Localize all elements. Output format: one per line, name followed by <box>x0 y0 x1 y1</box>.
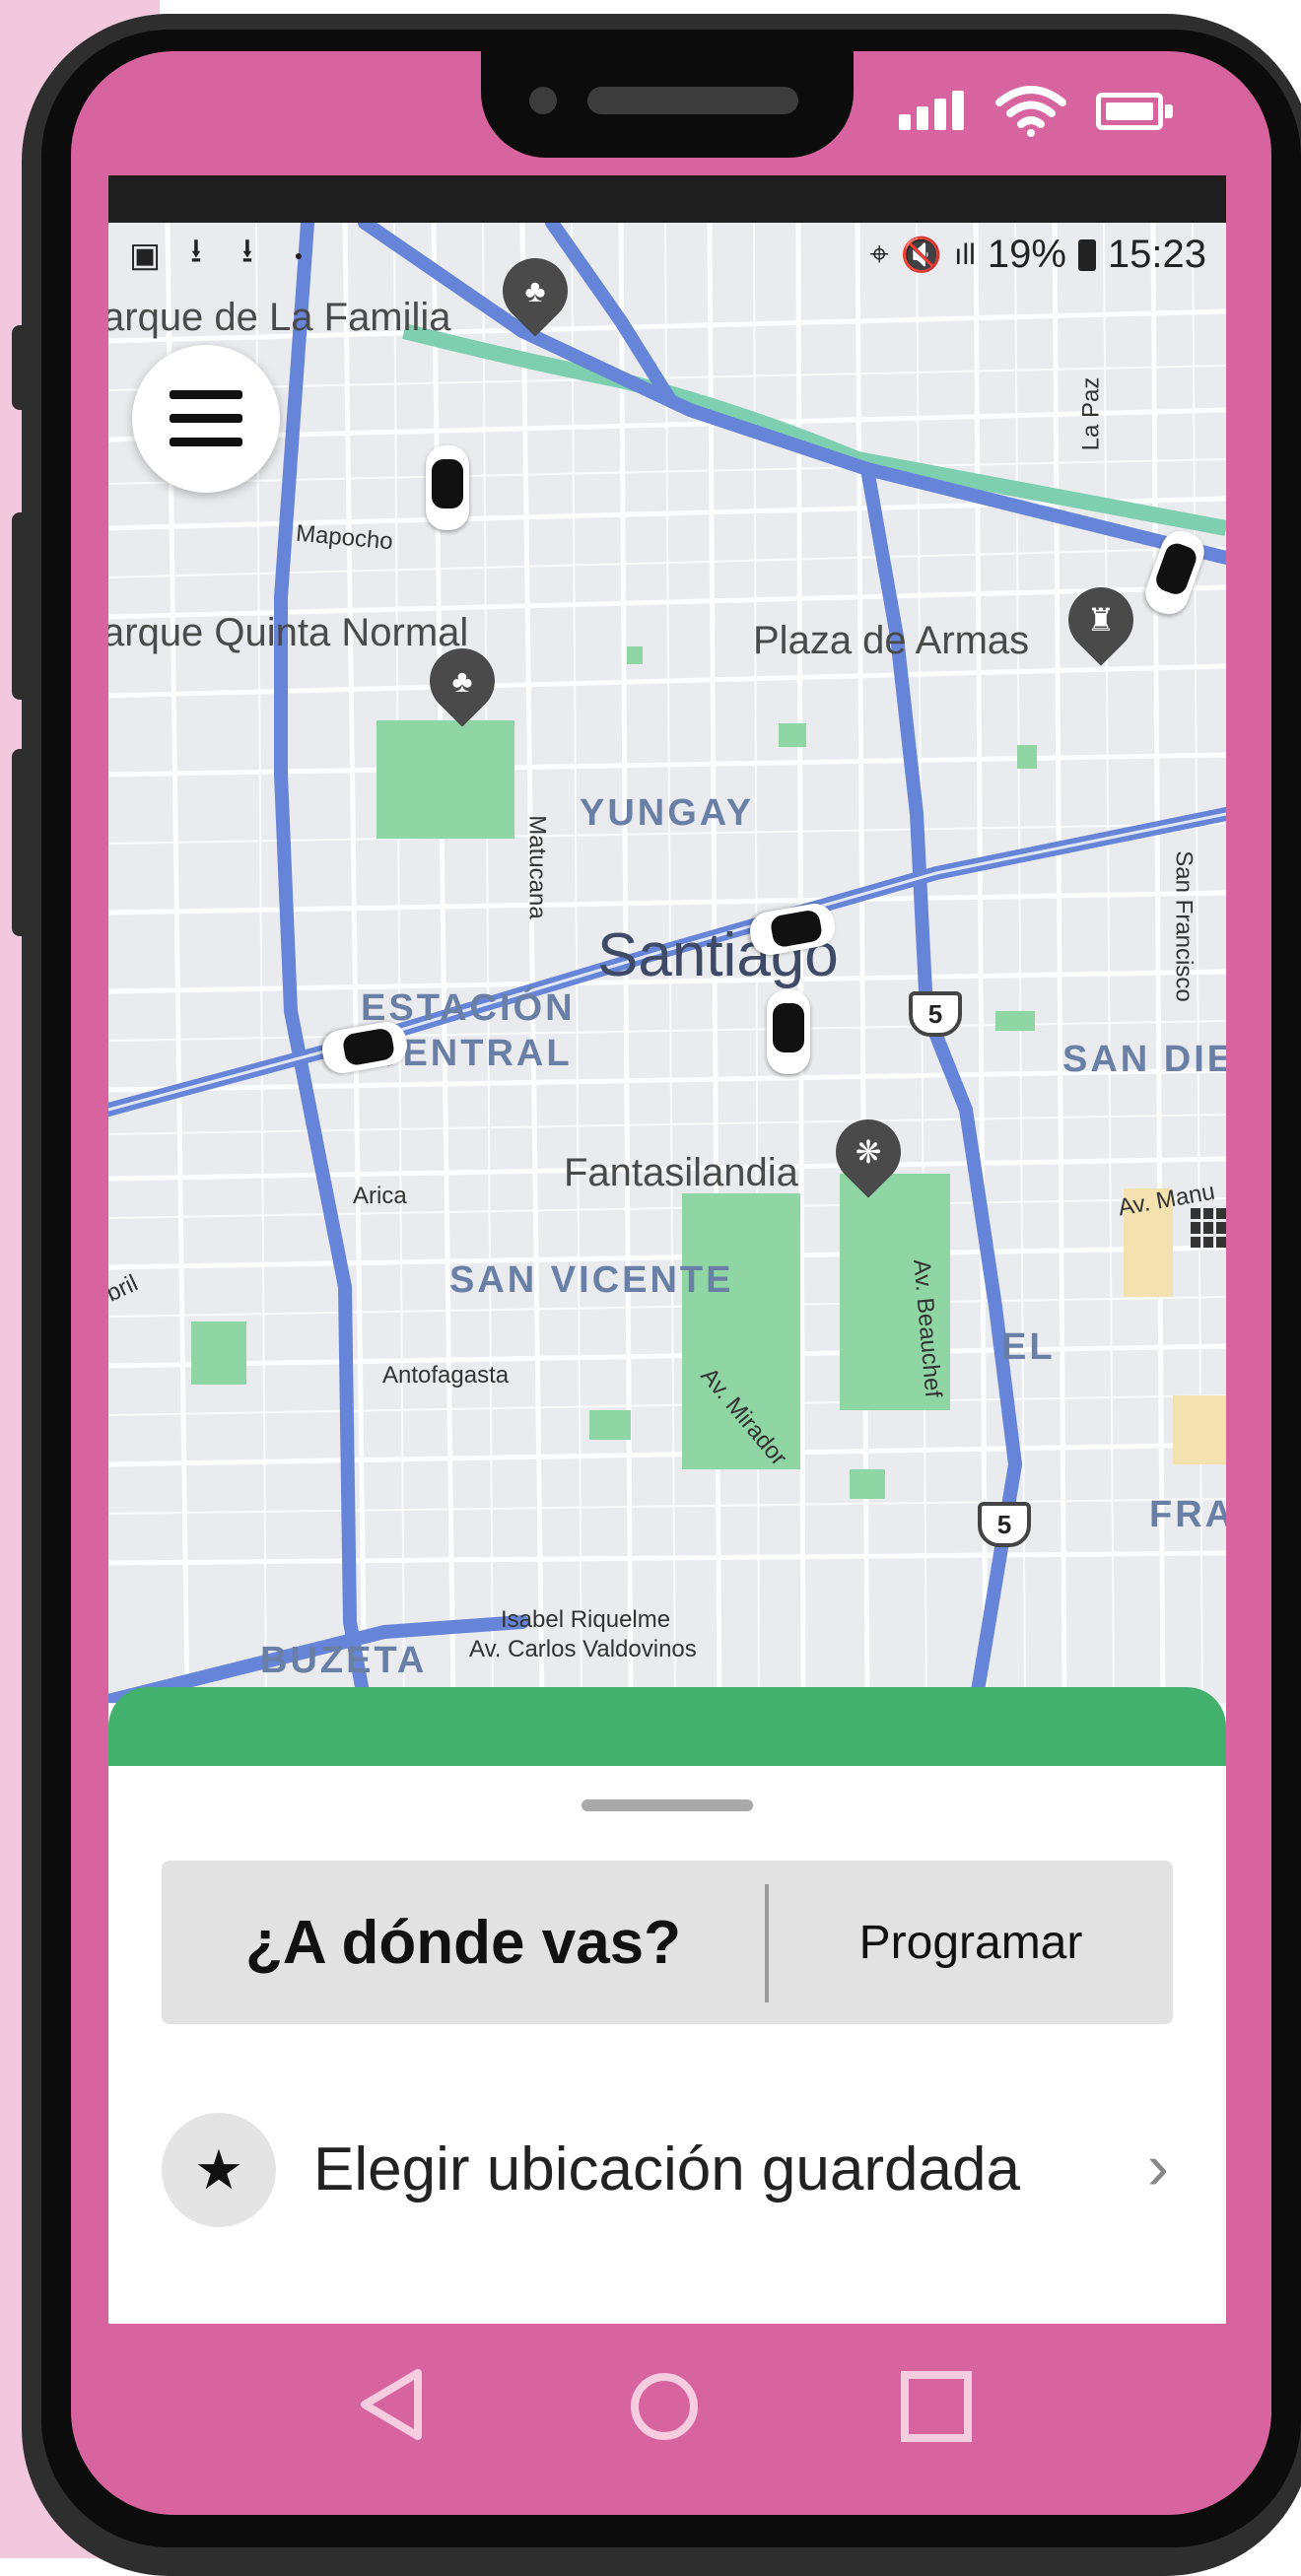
grid-icon[interactable] <box>1191 1208 1226 1248</box>
side-button <box>12 749 30 936</box>
side-button <box>12 325 30 410</box>
district-label: SAN DIEG <box>1062 1039 1226 1080</box>
schedule-button[interactable]: Programar <box>769 1861 1173 2024</box>
menu-button[interactable] <box>132 345 280 493</box>
car-icon[interactable] <box>767 989 810 1074</box>
place-label: arque Quinta Normal <box>108 611 469 654</box>
district-label: FRA <box>1149 1494 1226 1535</box>
saved-location-label: Elegir ubicación guardada <box>313 2135 1020 2203</box>
mute-icon: 🔇 <box>900 236 943 274</box>
drag-handle[interactable] <box>582 1799 753 1811</box>
image-icon: ▣ <box>128 237 162 274</box>
district-label: SAN VICENTE <box>449 1259 734 1301</box>
amusement-park-pin-icon[interactable]: ❋ <box>822 1106 915 1198</box>
battery-small-icon <box>1077 238 1096 271</box>
district-label: YUNGAY <box>580 792 755 834</box>
map-status-bar: ⌖ 🔇 ıll 19% 15:23 <box>870 233 1206 277</box>
highway-shield: 5 <box>978 1502 1031 1547</box>
battery-percent: 19% <box>987 233 1066 276</box>
wifi-signal-icon: ıll <box>954 237 976 271</box>
dot-icon: ● <box>294 247 304 263</box>
recents-icon[interactable] <box>899 2369 974 2444</box>
download-icon: ⭳ <box>241 232 253 270</box>
download-icon: ⭳ <box>190 232 202 270</box>
sheet-top-band <box>108 1687 1226 1776</box>
destination-input[interactable]: ¿A dónde vas? <box>162 1861 765 2024</box>
street-label: Matucana <box>523 815 551 919</box>
car-icon[interactable] <box>426 445 469 530</box>
street-label: Av. Carlos Valdovinos <box>469 1636 697 1662</box>
park-pin-icon[interactable]: ♣ <box>489 244 582 337</box>
star-icon: ★ <box>162 2113 276 2227</box>
bottom-sheet: ¿A dónde vas? Programar ★ Elegir ubicaci… <box>108 1766 1226 2324</box>
place-label: arque de La Familia <box>108 296 451 339</box>
wifi-icon <box>995 86 1066 137</box>
notification-icons: ▣ ⭳ ⭳ ● <box>128 232 315 275</box>
chevron-right-icon: › <box>1147 2130 1169 2203</box>
place-label: Fantasilandia <box>564 1151 798 1194</box>
battery-tip <box>1165 104 1173 118</box>
camera-icon <box>529 87 557 114</box>
street-label: Antofagasta <box>382 1362 510 1389</box>
district-label: BUZETA <box>260 1640 428 1681</box>
back-icon[interactable] <box>355 2365 430 2444</box>
street-label: San Francisco <box>1170 850 1198 1002</box>
street-label: Arica <box>353 1183 407 1209</box>
destination-search: ¿A dónde vas? Programar <box>162 1861 1173 2024</box>
map-view[interactable]: ▣ ⭳ ⭳ ● ⌖ 🔇 ıll 19% 15:23 arque de La Fa… <box>108 223 1226 1703</box>
place-label: Plaza de Armas <box>753 619 1030 662</box>
saved-location-row[interactable]: ★ Elegir ubicación guardada › <box>162 2113 1187 2233</box>
highway-shield: 5 <box>909 991 962 1037</box>
home-icon[interactable] <box>627 2369 702 2444</box>
app-top-bar <box>108 175 1226 223</box>
location-icon: ⌖ <box>869 236 889 273</box>
district-label: EL <box>1001 1326 1056 1368</box>
landmark-pin-icon[interactable]: ♜ <box>1055 574 1147 666</box>
street-label: Isabel Riquelme <box>501 1606 671 1633</box>
side-button <box>12 512 30 700</box>
app-screen: ▣ ⭳ ⭳ ● ⌖ 🔇 ıll 19% 15:23 arque de La Fa… <box>108 175 1226 2324</box>
street-label: La Paz <box>1077 376 1105 451</box>
battery-icon <box>1096 93 1163 130</box>
park-pin-icon[interactable]: ♣ <box>416 635 509 727</box>
clock: 15:23 <box>1107 233 1206 276</box>
speaker-grille <box>587 87 798 114</box>
